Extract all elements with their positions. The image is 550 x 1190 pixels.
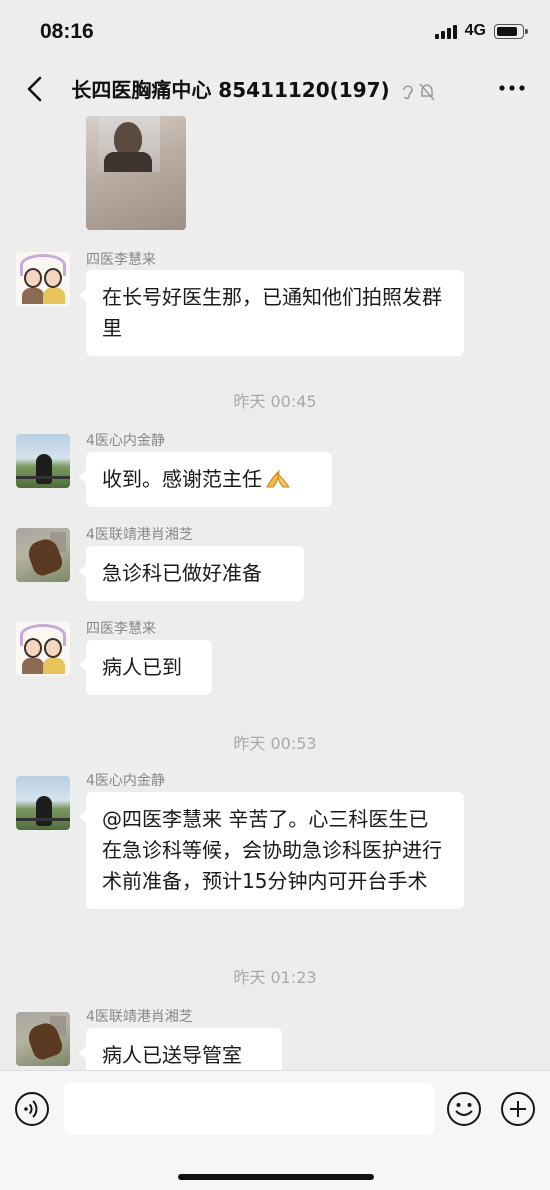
status-time: 08:16 [40, 20, 94, 43]
message-input[interactable] [64, 1083, 434, 1135]
chat-input-bar [0, 1070, 550, 1190]
time-separator: 昨天 00:45 [233, 392, 317, 411]
mute-bell-icon [419, 83, 435, 100]
signal-icon [434, 23, 457, 39]
emoji-icon[interactable] [446, 1091, 482, 1127]
chat-header: 长四医胸痛中心 85411120(197) [0, 62, 550, 116]
status-bar: 08:16 4G [0, 0, 550, 62]
avatar[interactable] [16, 528, 70, 582]
sender-name: 四医李慧来 [86, 252, 156, 268]
message-bubble[interactable]: 病人已送导管室 [79, 1028, 282, 1070]
message-bubble[interactable]: 在长号好医生那，已通知他们拍照发群里 [79, 270, 464, 356]
network-type: 4G [464, 22, 486, 39]
avatar[interactable] [16, 252, 70, 306]
chat-title: 长四医胸痛中心 85411120(197) [71, 78, 390, 102]
ear-icon [402, 84, 413, 99]
message-bubble[interactable]: 病人已到 [79, 640, 212, 695]
status-indicators: 4G [434, 22, 528, 40]
message-bubble[interactable]: 急诊科已做好准备 [79, 546, 304, 601]
avatar[interactable] [16, 622, 70, 676]
sender-name: 4医联靖港肖湘芝 [86, 527, 193, 543]
image-message[interactable] [86, 116, 186, 230]
voice-input-icon[interactable] [14, 1091, 50, 1127]
sender-name: 4医心内金静 [86, 433, 165, 449]
avatar[interactable] [16, 434, 70, 488]
time-separator: 昨天 01:23 [233, 968, 317, 987]
time-separator: 昨天 00:53 [233, 734, 317, 753]
sender-name: 4医心内金静 [86, 773, 165, 789]
plus-icon[interactable] [500, 1091, 536, 1127]
avatar[interactable] [16, 776, 70, 830]
praying-hands-emoji-icon [266, 469, 290, 488]
message-bubble[interactable]: @四医李慧来 辛苦了。心三科医生已在急诊科等候，会协助急诊科医护进行术前准备，预… [79, 792, 464, 909]
avatar[interactable] [16, 1012, 70, 1066]
more-options-icon[interactable] [496, 76, 528, 100]
message-text: 收到。感谢范主任 [102, 467, 262, 491]
chat-message-list[interactable]: 四医李慧来 在长号好医生那，已通知他们拍照发群里 昨天 00:45 4医心内金静… [0, 116, 550, 1070]
battery-icon [494, 23, 528, 39]
home-indicator [178, 1174, 374, 1180]
message-bubble[interactable]: 收到。感谢范主任 [79, 452, 332, 507]
sender-name: 4医联靖港肖湘芝 [86, 1009, 193, 1025]
chat-title-row: 长四医胸痛中心 85411120(197) [0, 74, 550, 103]
sender-name: 四医李慧来 [86, 621, 156, 637]
